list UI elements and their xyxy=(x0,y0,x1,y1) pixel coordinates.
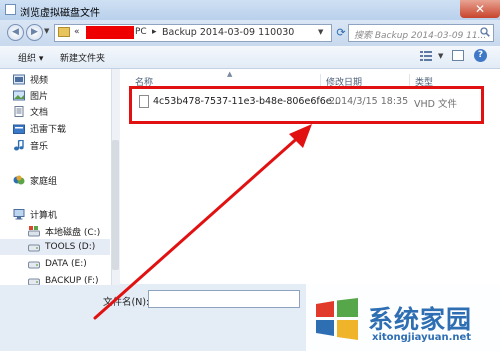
watermark-title: 系统家园 xyxy=(368,305,473,334)
watermark-url: xitongjiayuan.net xyxy=(372,332,472,343)
windows-logo-icon xyxy=(316,298,358,340)
